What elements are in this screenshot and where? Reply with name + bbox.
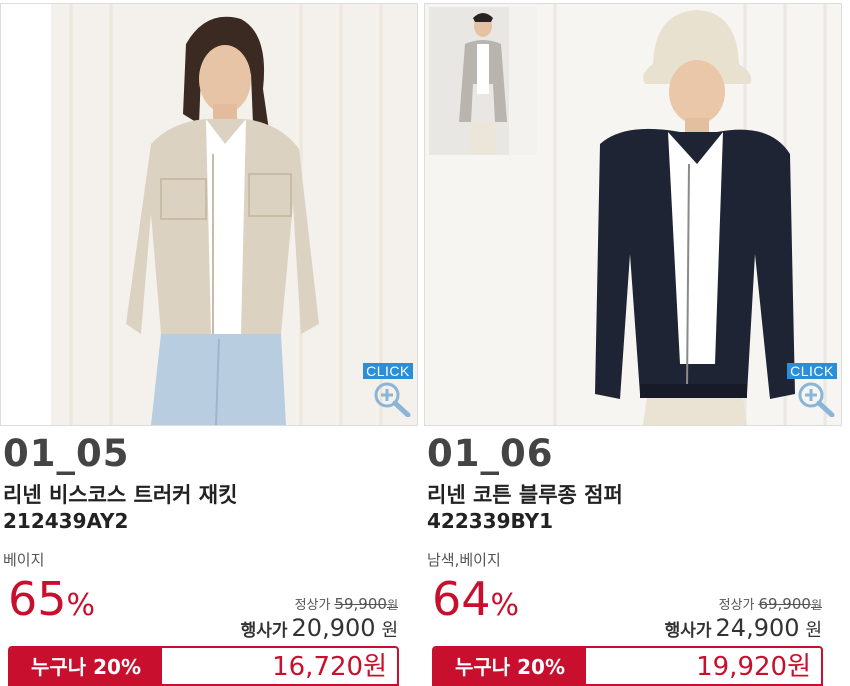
product-code: 01_06 (427, 432, 554, 475)
product-card[interactable]: CLICK 01_06 리넨 코튼 블루종 점퍼 422339BY1 남색,베이… (424, 0, 842, 686)
promo-banner[interactable]: 누구나 20% 16,720원 (8, 646, 399, 686)
regular-price: 정상가 69,900원 (719, 594, 822, 613)
product-name[interactable]: 리넨 코튼 블루종 점퍼 (427, 479, 623, 509)
product-image-blouson-jumper (425, 4, 841, 425)
event-price: 행사가 24,900 원 (665, 614, 822, 642)
product-sku: 422339BY1 (427, 509, 554, 533)
event-price-unit: 원 (805, 620, 822, 641)
discount-rate: 64% (432, 572, 519, 626)
regular-price-unit: 원 (386, 598, 398, 612)
click-label: CLICK (787, 363, 837, 379)
event-price: 행사가 20,900 원 (241, 614, 398, 642)
regular-price-number: 59,900 (334, 595, 387, 613)
regular-price-label: 정상가 (718, 598, 755, 613)
promo-price: 19,920원 (696, 652, 811, 682)
zoom-in-icon (798, 382, 835, 417)
product-name[interactable]: 리넨 비스코스 트러커 재킷 (3, 479, 237, 509)
discount-number: 64 (432, 572, 491, 626)
product-sku: 212439AY2 (3, 509, 129, 533)
event-price-label: 행사가 (240, 621, 288, 641)
event-price-unit: 원 (381, 620, 398, 641)
discount-unit: % (490, 588, 520, 623)
discount-number: 65 (8, 572, 67, 626)
discount-rate: 65% (8, 572, 95, 626)
discount-unit: % (66, 588, 96, 623)
promo-label: 누구나 20% (10, 648, 162, 684)
regular-price-value: 59,900원 (334, 595, 398, 613)
color-options: 남색,베이지 (427, 551, 501, 569)
product-photo[interactable]: CLICK (424, 3, 842, 426)
click-label: CLICK (363, 363, 413, 379)
event-price-value: 24,900 (715, 614, 800, 642)
regular-price-number: 69,900 (758, 595, 811, 613)
event-price-label: 행사가 (664, 621, 712, 641)
color-options: 베이지 (3, 551, 45, 569)
product-photo[interactable]: CLICK (0, 3, 418, 426)
regular-price-unit: 원 (810, 598, 822, 612)
product-card[interactable]: CLICK 01_05 리넨 비스코스 트러커 재킷 212439AY2 베이지… (0, 0, 418, 686)
product-image-trucker-jacket (1, 4, 417, 425)
zoom-click-badge[interactable]: CLICK (363, 363, 413, 421)
regular-price: 정상가 59,900원 (295, 594, 398, 613)
regular-price-label: 정상가 (294, 598, 331, 613)
promo-label: 누구나 20% (434, 648, 586, 684)
event-price-value: 20,900 (291, 614, 376, 642)
zoom-click-badge[interactable]: CLICK (787, 363, 837, 421)
promo-price: 16,720원 (272, 652, 387, 682)
product-code: 01_05 (3, 432, 130, 475)
zoom-in-icon (374, 382, 411, 417)
promo-banner[interactable]: 누구나 20% 19,920원 (432, 646, 823, 686)
regular-price-value: 69,900원 (758, 595, 822, 613)
